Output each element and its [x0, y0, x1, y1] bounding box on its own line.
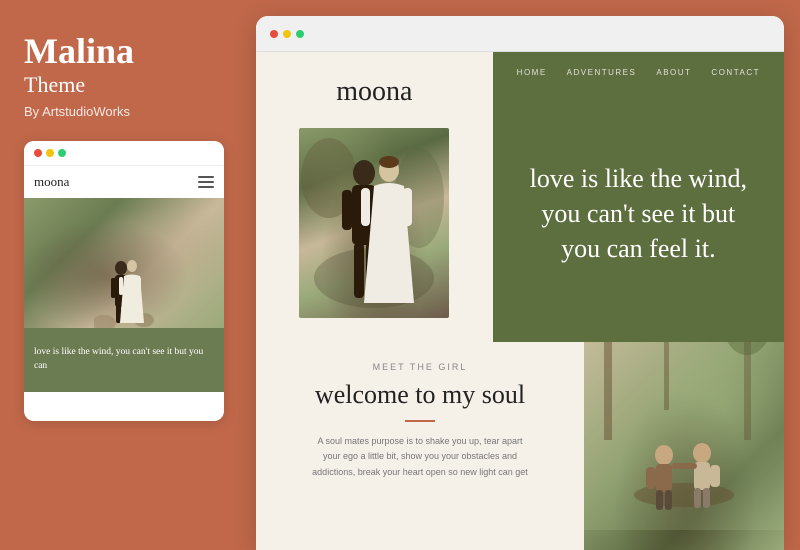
nav-adventures[interactable]: ADVENTURES: [567, 68, 637, 77]
couple-silhouette-svg: [94, 248, 154, 328]
browser-dot-green: [296, 30, 304, 38]
mobile-quote-section: love is like the wind, you can't see it …: [24, 328, 224, 392]
theme-title: Malina: [24, 32, 224, 72]
mobile-logo: moona: [34, 174, 69, 190]
dot-green: [58, 149, 66, 157]
welcome-text: A soul mates purpose is to shake you up,…: [310, 434, 530, 480]
mobile-hero-image: [24, 198, 224, 328]
mobile-hamburger-icon[interactable]: [198, 176, 214, 188]
mobile-preview: moona: [24, 141, 224, 421]
welcome-title: welcome to my soul: [315, 380, 525, 410]
website-content: moona: [256, 52, 784, 550]
nav-contact[interactable]: CONTACT: [711, 68, 760, 77]
site-nav: HOME ADVENTURES ABOUT CONTACT: [493, 52, 784, 85]
mobile-browser-bar: [24, 141, 224, 166]
mobile-quote-text: love is like the wind, you can't see it …: [34, 346, 214, 373]
theme-subtitle: Theme: [24, 72, 224, 98]
bottom-section: MEET THE GIRL welcome to my soul A soul …: [256, 342, 784, 550]
bottom-right-image: [584, 342, 784, 550]
browser-dot-red: [270, 30, 278, 38]
left-panel: Malina Theme By ArtstudioWorks moona: [0, 0, 248, 550]
site-logo: moona: [336, 76, 412, 108]
bottom-left: MEET THE GIRL welcome to my soul A soul …: [256, 342, 584, 550]
hero-section: moona: [256, 52, 784, 342]
hero-couple-svg: [299, 128, 449, 308]
browser-dot-yellow: [283, 30, 291, 38]
hero-image: [299, 128, 449, 318]
welcome-divider: [405, 420, 435, 422]
theme-author: By ArtstudioWorks: [24, 104, 224, 119]
nav-about[interactable]: ABOUT: [656, 68, 691, 77]
sitting-couple-svg: [584, 342, 784, 530]
hero-right: HOME ADVENTURES ABOUT CONTACT love is li…: [493, 52, 784, 342]
bottom-right-image-container: [584, 342, 784, 550]
mobile-nav: moona: [24, 166, 224, 198]
browser-preview: moona: [256, 16, 784, 550]
hero-quote-text: love is like the wind, you can't see it …: [529, 161, 748, 266]
dot-red: [34, 149, 42, 157]
dot-yellow: [46, 149, 54, 157]
browser-bar: [256, 16, 784, 52]
nav-home[interactable]: HOME: [517, 68, 547, 77]
meet-label: MEET THE GIRL: [373, 362, 468, 372]
hero-quote: love is like the wind, you can't see it …: [493, 85, 784, 342]
hero-left: moona: [256, 52, 493, 342]
